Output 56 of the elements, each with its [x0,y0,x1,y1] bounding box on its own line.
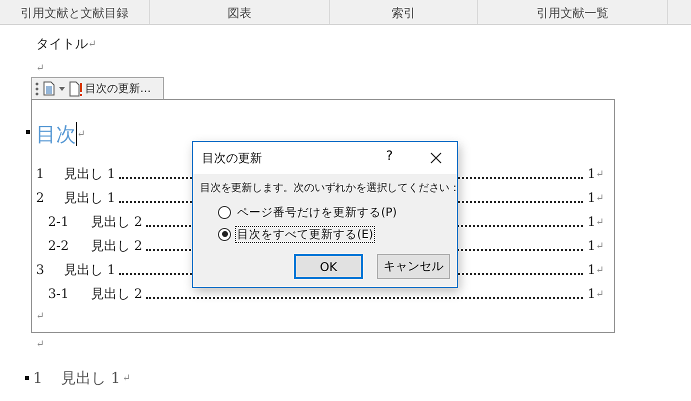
paragraph-mark: ↵ [596,192,604,204]
page-number: 1 [587,262,596,278]
document-alert-icon [69,80,83,96]
toc-entry-text: 見出し 2 [91,238,142,255]
paragraph-bullet [26,130,30,134]
toc-entry-text: 見出し 1 [64,166,116,183]
paragraph-bullet [25,376,29,380]
page-number: 1 [587,286,596,302]
toc-entry-text: 見出し 2 [91,214,142,231]
radio-button[interactable] [218,206,231,218]
page-number: 1 [587,166,596,182]
toc-heading: 目次 [36,120,76,148]
page-number: 1 [587,238,596,254]
page-number: 1 [587,190,596,206]
paragraph-mark: ↵ [596,264,604,276]
paragraph-mark: ↵ [596,288,604,300]
text-cursor [76,122,77,146]
paragraph-mark: ↵ [596,216,604,228]
radio-label[interactable]: 目次をすべて更新する(E) [235,226,376,242]
caret-icon[interactable] [59,86,65,90]
ribbon-group-label[interactable]: 図表 [150,0,330,24]
toc-entry-number: 3 [36,262,46,278]
toc-entry-number: 2-1 [48,214,70,230]
ribbon-group-label[interactable]: 引用文献と文献目録 [0,0,150,24]
toc-entry-number: 1 [36,166,46,182]
paragraph-mark: ↵ [36,310,44,322]
close-icon[interactable] [430,152,442,164]
grip-icon[interactable] [35,82,39,96]
ribbon-group-label[interactable]: 索引 [330,0,478,24]
paragraph-mark: ↵ [77,128,86,140]
paragraph-mark: ↵ [596,240,604,252]
toc-entry-number: 2-2 [48,238,70,254]
toc-entry-text: 見出し 1 [64,190,116,207]
document-icon[interactable] [43,81,55,96]
dialog-title: 目次の更新 [202,150,262,166]
page-number: 1 [587,214,596,230]
dialog-button[interactable]: キャンセル [377,254,450,279]
help-button[interactable]: ? [386,149,393,164]
document-title: タイトル [36,36,88,53]
paragraph-mark: ↵ [36,338,44,350]
update-toc-button[interactable]: 目次の更新… [69,80,151,96]
paragraph-mark: ↵ [596,168,604,180]
toc-entry-number: 2 [36,190,46,206]
paragraph-mark: ↵ [36,62,44,74]
radio-label[interactable]: ページ番号だけを更新する(P) [235,204,399,220]
dialog-button[interactable]: OK [294,254,363,279]
heading-text: 見出し 1 [61,368,120,388]
toc-entry-number: 3-1 [48,286,70,302]
toc-entry-text: 見出し 2 [91,286,142,303]
radio-button[interactable] [218,228,231,240]
toc-entry-text: 見出し 1 [64,262,116,279]
paragraph-mark: ↵ [88,38,96,50]
ribbon-group-label[interactable]: 引用文献一覧 [478,0,668,24]
heading-number: 1 [33,369,44,387]
dialog-message: 目次を更新します。次のいずれかを選択してください： [200,181,460,196]
paragraph-mark: ↵ [122,372,131,384]
